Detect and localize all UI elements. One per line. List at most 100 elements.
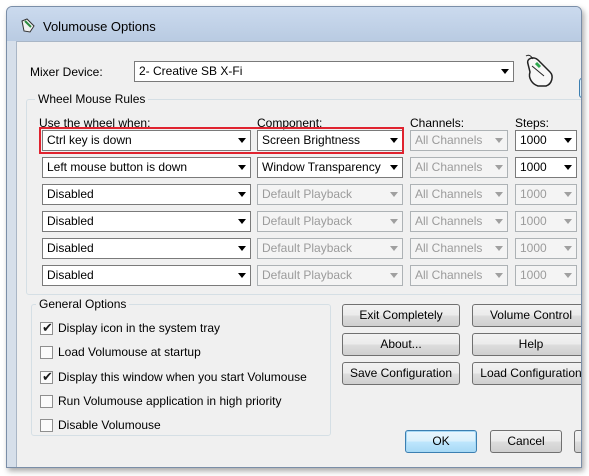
- rule-5-condition-select[interactable]: Disabled: [42, 238, 251, 259]
- chevron-down-icon: [564, 219, 572, 224]
- checkbox-label: Display icon in the system tray: [58, 321, 221, 335]
- rule-6-steps-select: 1000: [515, 265, 577, 286]
- rule-4-channels-select: All Channels: [410, 211, 508, 232]
- load-configuration-button[interactable]: Load Configuration: [472, 362, 581, 385]
- chevron-down-icon: [390, 219, 398, 224]
- checkbox-label: Run Volumouse application in high priori…: [58, 394, 282, 408]
- rule-2-steps-value: 1000: [520, 160, 547, 174]
- checkbox-box[interactable]: [40, 419, 53, 432]
- rule-3-condition-select[interactable]: Disabled: [42, 184, 251, 205]
- rule-2-component-value: Window Transparency: [262, 160, 381, 174]
- checkbox-display-window[interactable]: ✔ Display this window when you start Vol…: [40, 369, 320, 386]
- checkbox-box[interactable]: [40, 395, 53, 408]
- rule-4-steps-value: 1000: [520, 214, 547, 228]
- highlight-annotation: [39, 127, 404, 154]
- clipped-button[interactable]: [579, 78, 581, 98]
- window-title: Volumouse Options: [43, 19, 156, 34]
- rule-6-steps-value: 1000: [520, 268, 547, 282]
- rule-4-steps-select: 1000: [515, 211, 577, 232]
- rule-1-steps-select[interactable]: 1000: [515, 130, 577, 151]
- rule-5-steps-select: 1000: [515, 238, 577, 259]
- help-button[interactable]: Help: [472, 333, 581, 356]
- chevron-down-icon: [564, 165, 572, 170]
- rule-2-component-select[interactable]: Window Transparency: [257, 157, 403, 178]
- general-options-title: General Options: [36, 297, 130, 311]
- rule-5-component-value: Default Playback: [262, 241, 353, 255]
- checkbox-label: Load Volumouse at startup: [58, 345, 201, 359]
- chevron-down-icon: [238, 165, 246, 170]
- chevron-down-icon: [495, 165, 503, 170]
- chevron-down-icon: [495, 273, 503, 278]
- rule-3-component-value: Default Playback: [262, 187, 353, 201]
- chevron-down-icon: [495, 192, 503, 197]
- rule-5-condition-value: Disabled: [47, 241, 94, 255]
- rule-5-component-select: Default Playback: [257, 238, 403, 259]
- chevron-down-icon: [238, 192, 246, 197]
- wheel-rules-title: Wheel Mouse Rules: [35, 92, 149, 106]
- rule-2-channels-value: All Channels: [415, 160, 483, 174]
- mixer-device-select[interactable]: 2- Creative SB X-Fi: [134, 61, 514, 82]
- chevron-down-icon: [501, 69, 509, 74]
- mouse-icon: [525, 54, 553, 87]
- rule-2-condition-select[interactable]: Left mouse button is down: [42, 157, 251, 178]
- rule-1-steps-value: 1000: [520, 133, 547, 147]
- rule-3-steps-value: 1000: [520, 187, 547, 201]
- chevron-down-icon: [390, 273, 398, 278]
- rule-4-component-select: Default Playback: [257, 211, 403, 232]
- title-bar[interactable]: Volumouse Options: [7, 7, 581, 41]
- checkmark-icon: ✔: [42, 369, 53, 384]
- checkbox-label: Display this window when you start Volum…: [58, 370, 307, 384]
- rule-5-channels-select: All Channels: [410, 238, 508, 259]
- chevron-down-icon: [564, 192, 572, 197]
- exit-completely-button[interactable]: Exit Completely: [342, 304, 460, 327]
- chevron-down-icon: [495, 138, 503, 143]
- rule-6-condition-select[interactable]: Disabled: [42, 265, 251, 286]
- rule-1-channels-select: All Channels: [410, 130, 508, 151]
- rule-2-channels-select: All Channels: [410, 157, 508, 178]
- rule-4-channels-value: All Channels: [415, 214, 483, 228]
- save-configuration-button[interactable]: Save Configuration: [342, 362, 460, 385]
- mixer-device-label: Mixer Device:: [30, 65, 103, 79]
- rule-6-channels-select: All Channels: [410, 265, 508, 286]
- apply-button-clipped[interactable]: [574, 430, 581, 453]
- chevron-down-icon: [238, 246, 246, 251]
- checkmark-icon: ✔: [42, 320, 53, 335]
- app-icon: [21, 18, 35, 33]
- rule-6-channels-value: All Channels: [415, 268, 483, 282]
- rule-3-steps-select: 1000: [515, 184, 577, 205]
- rule-4-component-value: Default Playback: [262, 214, 353, 228]
- cancel-button[interactable]: Cancel: [490, 430, 562, 453]
- rule-6-component-select: Default Playback: [257, 265, 403, 286]
- chevron-down-icon: [390, 192, 398, 197]
- chevron-down-icon: [238, 219, 246, 224]
- ok-button[interactable]: OK: [405, 430, 477, 453]
- chevron-down-icon: [390, 246, 398, 251]
- chevron-down-icon: [564, 138, 572, 143]
- volume-control-button[interactable]: Volume Control: [472, 304, 581, 327]
- client-area: Mixer Device: 2- Creative SB X-Fi Wheel …: [16, 41, 581, 467]
- header-steps: Steps:: [515, 116, 550, 130]
- checkbox-disable[interactable]: Disable Volumouse: [40, 418, 320, 434]
- checkbox-load-startup[interactable]: Load Volumouse at startup: [40, 345, 320, 361]
- chevron-down-icon: [495, 219, 503, 224]
- options-window: Volumouse Options Mixer Device: 2- Creat…: [6, 6, 582, 468]
- chevron-down-icon: [238, 273, 246, 278]
- chevron-down-icon: [564, 246, 572, 251]
- rule-3-condition-value: Disabled: [47, 187, 94, 201]
- checkbox-box[interactable]: ✔: [40, 369, 53, 384]
- checkbox-box[interactable]: [40, 346, 53, 359]
- rule-2-steps-select[interactable]: 1000: [515, 157, 577, 178]
- chevron-down-icon: [564, 273, 572, 278]
- about-button[interactable]: About...: [342, 333, 460, 356]
- rule-1-channels-value: All Channels: [415, 133, 483, 147]
- rule-4-condition-select[interactable]: Disabled: [42, 211, 251, 232]
- rule-3-channels-value: All Channels: [415, 187, 483, 201]
- mixer-device-value: 2- Creative SB X-Fi: [139, 64, 243, 78]
- checkbox-box[interactable]: ✔: [40, 320, 53, 335]
- checkbox-tray-icon[interactable]: ✔ Display icon in the system tray: [40, 320, 320, 337]
- rule-3-component-select: Default Playback: [257, 184, 403, 205]
- checkbox-high-priority[interactable]: Run Volumouse application in high priori…: [40, 394, 320, 410]
- header-channels: Channels:: [410, 116, 465, 130]
- rule-6-component-value: Default Playback: [262, 268, 353, 282]
- rule-6-condition-value: Disabled: [47, 268, 94, 282]
